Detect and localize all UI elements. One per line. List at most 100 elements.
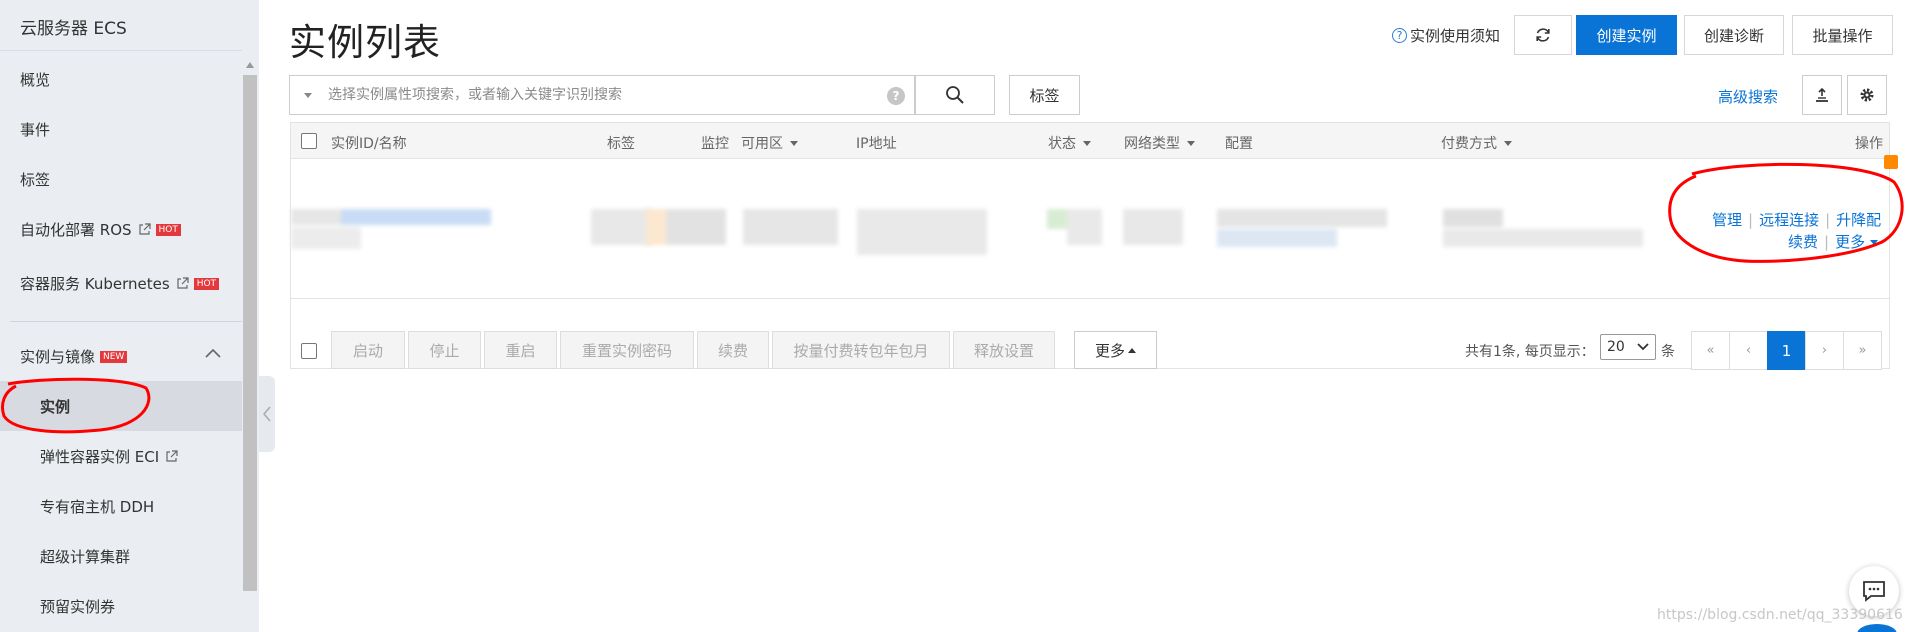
filter-caret-icon bbox=[1187, 140, 1195, 146]
masked-zone bbox=[743, 209, 838, 245]
corner-widget[interactable] bbox=[1857, 624, 1897, 632]
col-label: 标签 bbox=[607, 136, 635, 152]
col-id-name: 实例ID/名称 bbox=[331, 133, 407, 153]
reset-password-button[interactable]: 重置实例密码 bbox=[560, 331, 694, 369]
create-diagnosis-button[interactable]: 创建诊断 bbox=[1684, 15, 1784, 55]
sidebar-item-tags[interactable]: 标签 bbox=[20, 169, 50, 190]
sidebar-scroll-thumb[interactable] bbox=[243, 75, 257, 591]
bulk-actions-toolbar: 启动 停止 重启 重置实例密码 续费 按量付费转包年包月 释放设置 更多 共有1… bbox=[291, 299, 1889, 370]
sidebar-item-ddh[interactable]: 专有宿主机 DDH bbox=[40, 496, 154, 517]
sidebar-item-eci[interactable]: 弹性容器实例 ECI bbox=[40, 446, 178, 467]
external-link-icon bbox=[138, 223, 151, 235]
separator: | bbox=[1748, 211, 1754, 229]
sidebar-group-label: 实例与镜像 bbox=[20, 348, 96, 366]
more-label: 更多 bbox=[1094, 341, 1125, 360]
chevron-down-icon bbox=[1637, 343, 1649, 351]
sidebar-item-label: 实例 bbox=[40, 398, 71, 416]
sidebar-title: 云服务器 ECS bbox=[20, 19, 127, 39]
sidebar-item-scc[interactable]: 超级计算集群 bbox=[40, 546, 130, 567]
first-page-button[interactable]: « bbox=[1691, 331, 1730, 370]
hot-badge: HOT bbox=[155, 223, 181, 236]
question-icon: ? bbox=[1392, 28, 1407, 43]
masked-billing bbox=[1443, 209, 1643, 247]
page-size-select[interactable]: 20 bbox=[1600, 334, 1656, 360]
new-badge: NEW bbox=[100, 350, 128, 363]
masked-status bbox=[1047, 209, 1102, 245]
sidebar-group-instances-images[interactable]: 实例与镜像 NEW bbox=[20, 346, 128, 367]
col-billing[interactable]: 付费方式 bbox=[1441, 133, 1512, 153]
col-label: 状态 bbox=[1048, 136, 1076, 152]
col-tags: 标签 bbox=[607, 133, 635, 153]
sidebar-item-instances[interactable]: 实例 bbox=[40, 396, 70, 417]
masked-tags bbox=[591, 209, 651, 245]
sidebar-item-label: 标签 bbox=[20, 171, 51, 189]
refresh-button[interactable] bbox=[1514, 15, 1572, 55]
caret-up-icon bbox=[1128, 347, 1136, 353]
search-button[interactable] bbox=[915, 75, 995, 115]
sidebar-item-label: 超级计算集群 bbox=[40, 548, 131, 566]
page-1-button[interactable]: 1 bbox=[1767, 331, 1806, 370]
batch-operations-button[interactable]: 批量操作 bbox=[1792, 15, 1893, 55]
restart-button[interactable]: 重启 bbox=[484, 331, 557, 369]
dropdown-caret-icon[interactable] bbox=[304, 93, 312, 98]
upgrade-downgrade-link[interactable]: 升降配 bbox=[1836, 211, 1881, 229]
col-label: IP地址 bbox=[856, 136, 897, 152]
search-box: ? bbox=[289, 75, 915, 115]
tag-filter-button[interactable]: 标签 bbox=[1009, 75, 1080, 115]
search-input[interactable] bbox=[328, 76, 868, 114]
select-all-checkbox[interactable] bbox=[301, 133, 317, 149]
start-button[interactable]: 启动 bbox=[331, 331, 405, 369]
chat-icon bbox=[1863, 581, 1885, 602]
help-icon[interactable]: ? bbox=[887, 87, 905, 105]
more-actions-link[interactable]: 更多 bbox=[1835, 233, 1865, 251]
page-size-unit: 条 bbox=[1661, 344, 1675, 360]
create-instance-button[interactable]: 创建实例 bbox=[1576, 15, 1677, 55]
manage-link[interactable]: 管理 bbox=[1712, 211, 1742, 229]
remote-connect-link[interactable]: 远程连接 bbox=[1759, 211, 1819, 229]
col-label: 实例ID/名称 bbox=[331, 136, 407, 152]
chevron-up-icon[interactable] bbox=[204, 346, 222, 360]
table-row: 管理 | 远程连接 | 升降配 续费 | 更多 bbox=[291, 155, 1898, 299]
prev-page-button[interactable]: ‹ bbox=[1729, 331, 1768, 370]
sidebar-item-reserved[interactable]: 预留实例券 bbox=[40, 596, 115, 617]
masked-network bbox=[1123, 209, 1183, 245]
more-bulk-actions-button[interactable]: 更多 bbox=[1074, 331, 1157, 369]
sidebar-item-ros[interactable]: 自动化部署 ROS HOT bbox=[20, 219, 181, 240]
sidebar-item-label: 弹性容器实例 ECI bbox=[40, 448, 160, 466]
sidebar-item-label: 概览 bbox=[20, 71, 51, 89]
select-all-footer-checkbox[interactable] bbox=[301, 343, 317, 359]
scroll-up-arrow-icon[interactable] bbox=[246, 62, 254, 68]
col-actions: 操作 bbox=[1855, 133, 1883, 153]
external-link-icon bbox=[177, 277, 189, 289]
col-label: 操作 bbox=[1855, 136, 1883, 152]
settings-button[interactable] bbox=[1847, 75, 1887, 115]
usage-tips-label: 实例使用须知 bbox=[1410, 27, 1501, 45]
export-button[interactable] bbox=[1802, 75, 1842, 115]
masked-ip bbox=[857, 209, 987, 255]
advanced-search-link[interactable]: 高级搜索 bbox=[1718, 86, 1778, 107]
filter-caret-icon bbox=[1504, 140, 1512, 146]
col-status[interactable]: 状态 bbox=[1048, 133, 1091, 153]
col-network[interactable]: 网络类型 bbox=[1124, 133, 1195, 153]
hot-badge: HOT bbox=[193, 277, 220, 290]
gear-icon bbox=[1860, 88, 1874, 102]
col-label: 配置 bbox=[1225, 136, 1253, 152]
masked-monitor bbox=[646, 209, 726, 245]
sidebar-collapse-toggle[interactable] bbox=[259, 376, 275, 452]
renew-button[interactable]: 续费 bbox=[697, 331, 769, 369]
sidebar-item-label: 预留实例券 bbox=[40, 598, 116, 616]
usage-tips-link[interactable]: ? 实例使用须知 bbox=[1392, 25, 1500, 46]
external-link-icon bbox=[166, 450, 178, 462]
sidebar-item-overview[interactable]: 概览 bbox=[20, 69, 50, 90]
sidebar: 云服务器 ECS 概览 事件 标签 自动化部署 ROS HOT 容器服务 Kub… bbox=[0, 0, 259, 632]
renew-link[interactable]: 续费 bbox=[1788, 233, 1818, 251]
last-page-button[interactable]: » bbox=[1843, 331, 1882, 370]
convert-billing-button[interactable]: 按量付费转包年包月 bbox=[772, 331, 950, 369]
next-page-button[interactable]: › bbox=[1805, 331, 1844, 370]
release-settings-button[interactable]: 释放设置 bbox=[953, 331, 1055, 369]
sidebar-item-kubernetes[interactable]: 容器服务 Kubernetes HOT bbox=[20, 273, 220, 294]
stop-button[interactable]: 停止 bbox=[408, 331, 481, 369]
col-zone[interactable]: 可用区 bbox=[741, 133, 798, 153]
sidebar-item-events[interactable]: 事件 bbox=[20, 119, 50, 140]
separator: | bbox=[1824, 233, 1830, 251]
